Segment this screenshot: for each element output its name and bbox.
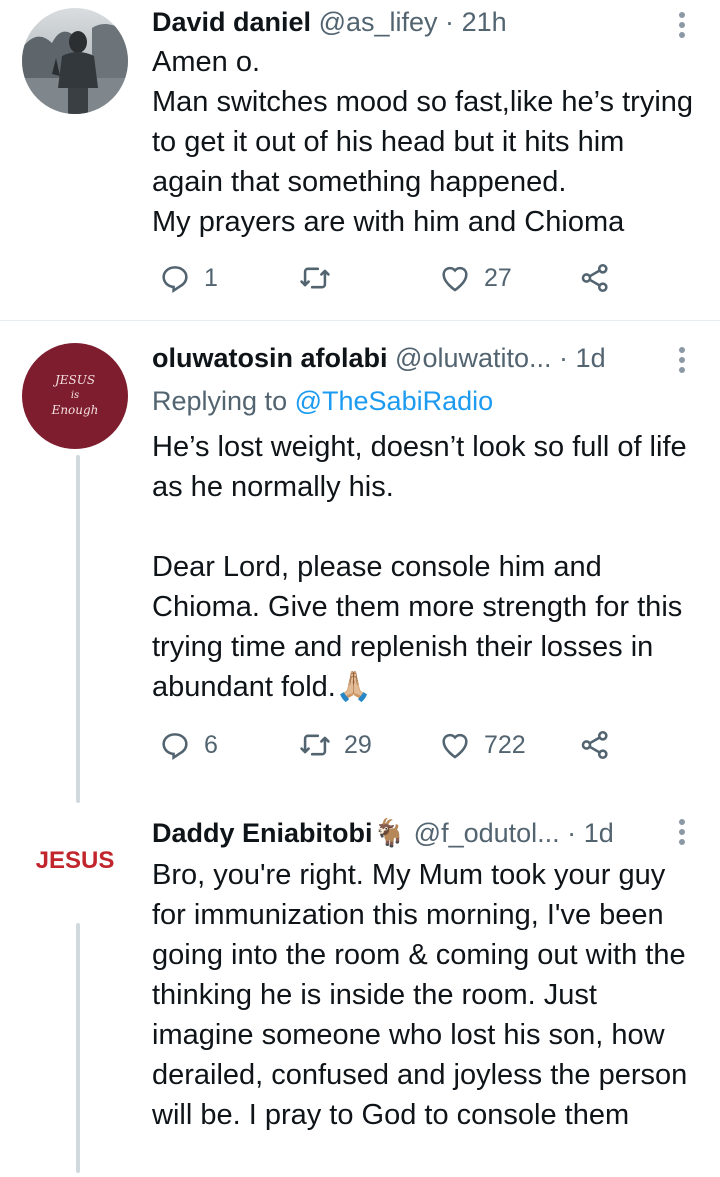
timestamp[interactable]: 21h bbox=[462, 7, 507, 37]
separator-dot: · bbox=[567, 818, 577, 848]
retweet-button[interactable]: 29 bbox=[298, 725, 372, 765]
tweet-actions: 1 27 bbox=[152, 258, 632, 298]
retweet-icon bbox=[300, 267, 330, 289]
tweet-paragraph: Dear Lord, please console him and Chioma… bbox=[152, 551, 683, 703]
tweet-3[interactable]: JESUS Daddy Eniabitobi🐐 @f_odutol... · 1… bbox=[0, 811, 720, 1177]
avatar-photo bbox=[22, 8, 128, 114]
tweet-actions: 6 29 722 bbox=[152, 725, 632, 765]
share-button[interactable] bbox=[578, 258, 612, 298]
like-count: 27 bbox=[484, 263, 512, 292]
thread-line bbox=[76, 923, 80, 1173]
like-button[interactable]: 27 bbox=[438, 258, 512, 298]
share-icon bbox=[581, 263, 608, 293]
tweet-1[interactable]: David daniel @as_lifey · 21h Amen o. Man… bbox=[0, 0, 720, 320]
more-icon[interactable] bbox=[678, 819, 686, 849]
tweet-2[interactable]: JESUS is Enough oluwatosin afolabi @oluw… bbox=[0, 321, 720, 811]
tweet-header: oluwatosin afolabi @oluwatito... · 1d bbox=[152, 341, 680, 375]
author-handle[interactable]: @as_lifey bbox=[319, 7, 438, 37]
reply-icon bbox=[162, 733, 188, 760]
like-button[interactable]: 722 bbox=[438, 725, 526, 765]
author-name[interactable]: Daddy Eniabitobi🐐 bbox=[152, 818, 406, 848]
timestamp[interactable]: 1d bbox=[584, 818, 614, 848]
avatar-daddy-eniabitobi[interactable]: JESUS bbox=[22, 811, 128, 917]
avatar-david-daniel[interactable] bbox=[22, 8, 128, 114]
reply-button[interactable]: 6 bbox=[158, 725, 218, 765]
tweet-header: David daniel @as_lifey · 21h bbox=[152, 5, 680, 39]
avatar-text: JESUS bbox=[35, 847, 115, 874]
separator-dot: · bbox=[445, 7, 455, 37]
tweet-line: My prayers are with him and Chioma bbox=[152, 206, 625, 238]
author-name[interactable]: oluwatosin afolabi bbox=[152, 343, 388, 373]
tweet-paragraph: Bro, you're right. My Mum took your guy … bbox=[152, 859, 688, 1131]
reply-icon bbox=[162, 266, 188, 293]
tweet-line: Man switches mood so fast,like he’s tryi… bbox=[152, 86, 694, 198]
reply-button[interactable]: 1 bbox=[158, 258, 218, 298]
author-name[interactable]: David daniel bbox=[152, 7, 311, 37]
thread-line bbox=[76, 455, 80, 803]
tweet-text: Bro, you're right. My Mum took your guy … bbox=[152, 855, 702, 1135]
avatar-oluwatosin[interactable]: JESUS is Enough bbox=[22, 343, 128, 449]
retweet-icon bbox=[300, 734, 330, 756]
like-icon bbox=[442, 733, 468, 759]
avatar-text-line: Enough bbox=[51, 403, 99, 417]
replying-to-label: Replying to bbox=[152, 386, 288, 416]
separator-dot: · bbox=[559, 343, 569, 373]
reply-count: 6 bbox=[204, 730, 218, 759]
share-button[interactable] bbox=[578, 725, 612, 765]
share-icon bbox=[581, 730, 608, 760]
retweet-count: 29 bbox=[344, 730, 372, 759]
more-icon[interactable] bbox=[678, 347, 686, 377]
tweet-text: Amen o. Man switches mood so fast,like h… bbox=[152, 42, 702, 242]
avatar-text-line: JESUS bbox=[54, 373, 96, 387]
more-icon[interactable] bbox=[678, 12, 686, 42]
tweet-paragraph: He’s lost weight, doesn’t look so full o… bbox=[152, 431, 687, 503]
like-count: 722 bbox=[484, 730, 526, 759]
reply-count: 1 bbox=[204, 263, 218, 292]
tweet-line: Amen o. bbox=[152, 46, 260, 78]
timestamp[interactable]: 1d bbox=[576, 343, 606, 373]
tweet-header: Daddy Eniabitobi🐐 @f_odutol... · 1d bbox=[152, 816, 680, 850]
author-handle[interactable]: @oluwatito... bbox=[395, 343, 551, 373]
replying-to: Replying to @TheSabiRadio bbox=[152, 384, 493, 418]
mention-link[interactable]: @TheSabiRadio bbox=[295, 386, 494, 416]
like-icon bbox=[442, 266, 468, 292]
tweet-text: He’s lost weight, doesn’t look so full o… bbox=[152, 427, 702, 707]
author-handle[interactable]: @f_odutol... bbox=[414, 818, 560, 848]
retweet-button[interactable] bbox=[298, 258, 344, 298]
avatar-text-line: is bbox=[70, 390, 80, 401]
